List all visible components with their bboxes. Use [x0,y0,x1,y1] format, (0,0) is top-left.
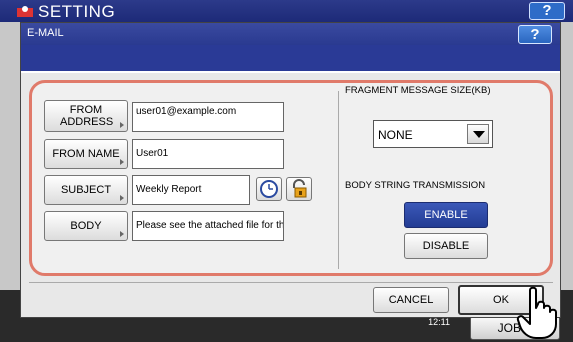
dialog-header: E-MAIL ? [21,23,560,45]
column-divider [338,91,339,269]
body-button[interactable]: BODY [44,211,128,241]
app-help-button[interactable]: ? [529,2,565,20]
disable-button[interactable]: DISABLE [404,233,488,259]
body-label: BODY [70,220,102,232]
padlock-icon [293,179,307,198]
arrow-icon [120,122,124,128]
from-address-button[interactable]: FROM ADDRESS [44,100,128,132]
setting-logo-icon [17,6,33,17]
fragment-size-select[interactable]: NONE [373,120,493,148]
clock-button[interactable] [256,177,282,201]
enable-button[interactable]: ENABLE [404,202,488,228]
subject-label: SUBJECT [60,184,112,196]
fragment-size-label: FRAGMENT MESSAGE SIZE(KB) [345,85,491,96]
from-address-label: FROM ADDRESS [60,104,114,128]
clock-time: 12:11 [428,317,450,327]
dialog-help-button[interactable]: ? [518,25,552,44]
app-title: SETTING [38,2,116,21]
dropdown-arrow-icon[interactable] [467,124,489,144]
dialog-separator [21,71,560,73]
body-field[interactable]: Please see the attached file for th [132,211,284,241]
from-name-label: FROM NAME [52,148,120,160]
arrow-icon [120,159,124,165]
settings-panel: FROM ADDRESS user01@example.com FROM NAM… [29,80,553,276]
footer-separator [29,282,553,283]
subject-button[interactable]: SUBJECT [44,175,128,205]
subject-field[interactable]: Weekly Report [132,175,250,205]
body-string-label: BODY STRING TRANSMISSION [345,180,486,191]
dialog-band [21,45,560,71]
clock-icon [260,180,278,198]
from-name-button[interactable]: FROM NAME [44,139,128,169]
fragment-size-value: NONE [378,128,413,142]
lock-button[interactable] [286,177,312,201]
dialog-title: E-MAIL [27,27,64,39]
arrow-icon [120,195,124,201]
arrow-icon [120,231,124,237]
from-name-field[interactable]: User01 [132,139,284,169]
pointing-hand-icon [516,286,557,339]
cancel-button[interactable]: CANCEL [373,287,449,313]
email-dialog: E-MAIL ? FROM ADDRESS user01@example.com… [20,22,561,318]
app-header: SETTING ? [0,0,573,22]
from-address-field[interactable]: user01@example.com [132,102,284,132]
